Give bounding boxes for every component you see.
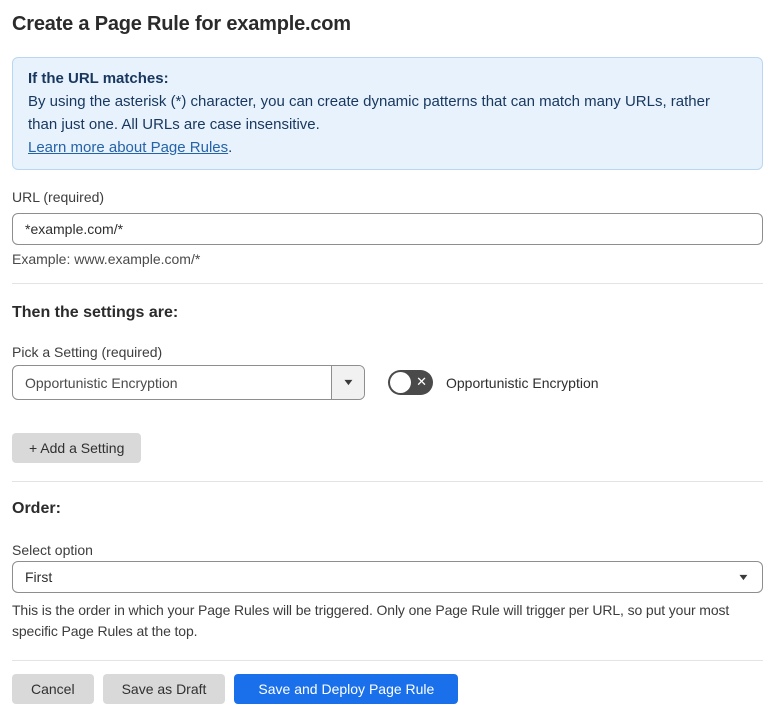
- footer-actions: Cancel Save as Draft Save and Deploy Pag…: [12, 674, 763, 704]
- pick-setting-label: Pick a Setting (required): [12, 344, 163, 360]
- chevron-down-icon: ▼: [341, 377, 355, 387]
- url-matches-info-box: If the URL matches: By using the asteris…: [12, 57, 763, 170]
- setting-select[interactable]: Opportunistic Encryption ▼: [12, 365, 365, 400]
- link-suffix: .: [228, 139, 233, 156]
- url-input[interactable]: [12, 213, 763, 245]
- create-page-rule-panel: Create a Page Rule for example.com If th…: [0, 0, 775, 704]
- page-title: Create a Page Rule for example.com: [12, 13, 351, 35]
- learn-more-link[interactable]: Learn more about Page Rules: [28, 139, 228, 156]
- url-field-label: URL (required): [12, 189, 105, 205]
- setting-row: Opportunistic Encryption ▼ ✕ Opportunist…: [12, 365, 763, 400]
- info-box-link-line: Learn more about Page Rules.: [28, 136, 747, 159]
- save-and-deploy-button[interactable]: Save and Deploy Page Rule: [234, 674, 459, 704]
- chevron-down-icon: ▼: [736, 572, 751, 582]
- order-helper-text: This is the order in which your Page Rul…: [12, 602, 730, 639]
- toggle-off-x-icon: ✕: [416, 374, 427, 389]
- divider: [12, 481, 763, 482]
- divider: [12, 660, 763, 661]
- setting-select-caret-button[interactable]: ▼: [331, 366, 364, 399]
- info-box-heading: If the URL matches:: [28, 70, 169, 87]
- order-select-value: First: [25, 569, 53, 585]
- info-box-body: By using the asterisk (*) character, you…: [28, 93, 710, 133]
- cancel-button[interactable]: Cancel: [12, 674, 94, 704]
- toggle-knob: [390, 372, 411, 393]
- order-select[interactable]: First ▼: [12, 561, 763, 593]
- divider: [12, 283, 763, 284]
- settings-section-heading: Then the settings are:: [12, 304, 179, 321]
- save-as-draft-button[interactable]: Save as Draft: [102, 674, 226, 704]
- url-field-helper: Example: www.example.com/*: [12, 251, 201, 267]
- add-setting-button[interactable]: + Add a Setting: [12, 433, 142, 463]
- order-section-heading: Order:: [12, 500, 61, 517]
- order-select-label: Select option: [12, 542, 93, 558]
- toggle-label: Opportunistic Encryption: [446, 374, 599, 391]
- opportunistic-encryption-toggle[interactable]: ✕: [388, 370, 433, 395]
- setting-select-value: Opportunistic Encryption: [25, 374, 178, 391]
